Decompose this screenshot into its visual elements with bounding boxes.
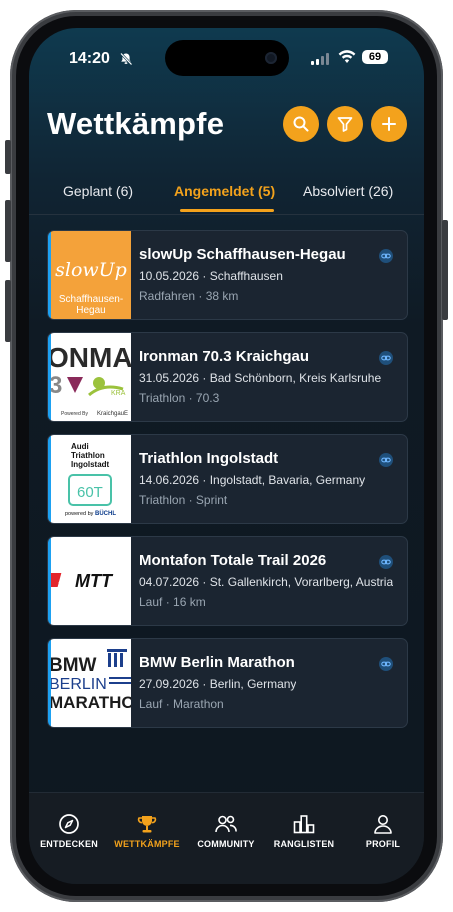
add-button[interactable] [371,106,407,142]
battery-indicator: 69 [362,50,388,64]
volume-up-button [5,200,11,262]
link-icon[interactable] [379,351,393,365]
cellular-signal-icon [311,52,331,70]
nav-ranglisten[interactable]: RANGLISTEN [264,813,344,849]
bar-chart-icon [293,815,315,834]
nav-label: WETTKÄMPFE [114,839,180,849]
svg-text:KRA: KRA [111,390,126,397]
event-category: Triathlon · Sprint [139,493,228,507]
event-card[interactable]: BMW BERLIN MARATHON BMW Berlin Marathon … [47,638,408,728]
search-icon [293,116,309,132]
action-button [5,140,11,174]
nav-label: PROFIL [365,839,401,849]
event-name: Montafon Totale Trail 2026 [139,552,327,569]
event-logo-triathlon-ingolstadt: Audi Triathlon Ingolstadt 60T powered by… [51,435,131,523]
event-card[interactable]: MTT Montafon Totale Trail 2026 04.07.202… [47,536,408,626]
event-category: Lauf · 16 km [139,595,206,609]
event-category: Triathlon · 70.3 [139,391,220,405]
active-tab-indicator [180,209,274,212]
event-category: Radfahren · 38 km [139,289,239,303]
event-name: slowUp Schaffhausen-Hegau [139,246,346,263]
compass-icon [59,814,79,834]
bell-muted-icon [119,52,133,71]
svg-text:BÜCHL: BÜCHL [95,510,116,517]
tab-geplant[interactable]: Geplant (6) [63,183,133,199]
event-date-location: 04.07.2026 · St. Gallenkirch, Vorarlberg… [139,575,394,589]
nav-wettkaempfe[interactable]: WETTKÄMPFE [107,813,187,849]
status-bar: 14:20 69 [29,46,424,72]
svg-text:ONMA: ONMA [51,342,131,373]
page-title: Wettkämpfe [47,106,225,141]
tab-divider [29,214,424,215]
nav-label: COMMUNITY [197,839,255,849]
nav-label: RANGLISTEN [273,839,335,849]
power-button [442,220,448,320]
tab-angemeldet[interactable]: Angemeldet (5) [174,183,275,199]
event-logo-mtt: MTT [51,537,131,625]
plus-icon [382,117,396,131]
person-icon [374,815,392,834]
link-icon[interactable] [379,555,393,569]
event-date-location: 31.05.2026 · Bad Schönborn, Kreis Karlsr… [139,371,382,385]
people-icon [215,815,237,833]
svg-text:Powered By: Powered By [61,411,88,417]
svg-text:powered by: powered by [65,511,94,517]
svg-text:MTT: MTT [75,571,114,591]
event-name: Triathlon Ingolstadt [139,450,279,467]
event-date-location: 14.06.2026 · Ingolstadt, Bavaria, German… [139,473,366,487]
event-logo-slowup: slowUp Schaffhausen- Hegau [51,231,131,319]
svg-text:Ingolstadt: Ingolstadt [71,460,110,469]
nav-profil[interactable]: PROFIL [343,813,423,849]
svg-text:60T: 60T [77,484,103,501]
wifi-icon [338,50,356,69]
nav-community[interactable]: COMMUNITY [186,813,266,849]
svg-text:BERLIN: BERLIN [51,676,107,693]
event-name: BMW Berlin Marathon [139,654,295,671]
event-card[interactable]: ONMA 3 KRA Powered By KraichgauE Ironman… [47,332,408,422]
event-card[interactable]: Audi Triathlon Ingolstadt 60T powered by… [47,434,408,524]
search-button[interactable] [283,106,319,142]
event-logo-ironman: ONMA 3 KRA Powered By KraichgauE [51,333,131,421]
tab-absolviert[interactable]: Absolviert (26) [303,183,393,199]
event-date-location: 10.05.2026 · Schaffhausen [139,269,283,283]
nav-label: ENTDECKEN [40,839,98,849]
svg-text:MARATHON: MARATHON [51,693,131,712]
event-category: Lauf · Marathon [139,697,224,711]
trophy-icon [137,816,157,833]
svg-text:BMW: BMW [51,655,97,676]
svg-text:3: 3 [51,372,62,399]
svg-text:slowUp: slowUp [55,259,127,281]
link-icon[interactable] [379,657,393,671]
svg-text:Schaffhausen-: Schaffhausen- [59,294,123,305]
link-icon[interactable] [379,249,393,263]
link-icon[interactable] [379,453,393,467]
app-screen: 14:20 69 Wettkämpfe Geplant (6) Angemeld… [29,28,424,884]
svg-text:Triathlon: Triathlon [71,451,105,460]
bottom-nav: ENTDECKEN WETTKÄMPFE COMMUNITY RANGLISTE… [29,792,424,884]
svg-text:KraichgauE: KraichgauE [97,411,128,417]
event-date-location: 27.09.2026 · Berlin, Germany [139,677,297,691]
volume-down-button [5,280,11,342]
filter-button[interactable] [327,106,363,142]
svg-text:Audi: Audi [71,442,89,451]
event-name: Ironman 70.3 Kraichgau [139,348,310,365]
status-time: 14:20 [69,50,110,67]
event-card[interactable]: slowUp Schaffhausen- Hegau slowUp Schaff… [47,230,408,320]
event-logo-berlin-marathon: BMW BERLIN MARATHON [51,639,131,727]
filter-icon [337,117,353,132]
svg-text:Hegau: Hegau [76,305,105,316]
nav-entdecken[interactable]: ENTDECKEN [29,813,109,849]
